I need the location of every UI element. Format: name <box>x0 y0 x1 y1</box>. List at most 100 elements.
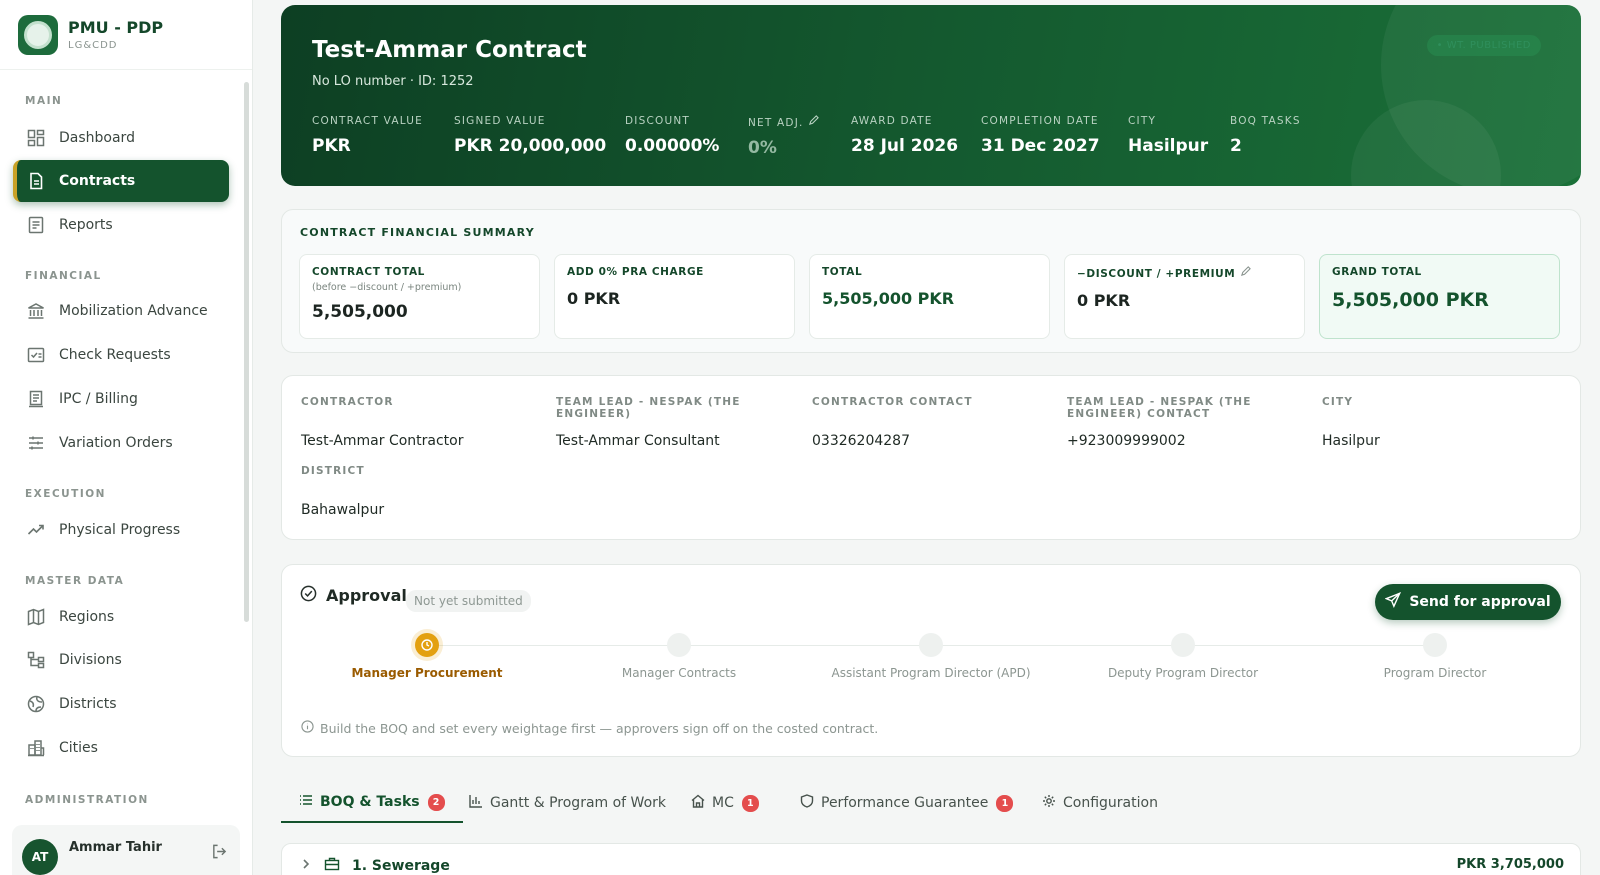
tab-count-badge: 1 <box>741 794 759 812</box>
contract-details: CONTRACTOR Test-Ammar Contractor TEAM LE… <box>281 375 1581 540</box>
sidebar-item-dashboard[interactable]: Dashboard <box>13 117 229 159</box>
boq-group-name: 1. Sewerage <box>300 857 450 875</box>
stat-discount: DISCOUNT 0.00000% <box>625 115 720 156</box>
step-pending-icon <box>1171 633 1195 657</box>
document-icon <box>27 172 45 190</box>
section-execution: EXECUTION <box>25 488 106 500</box>
stat-award-date: AWARD DATE 28 Jul 2026 <box>851 115 959 156</box>
bank-icon <box>27 302 45 320</box>
financial-summary: CONTRACT FINANCIAL SUMMARY CONTRACT TOTA… <box>281 209 1581 353</box>
step-pending-icon <box>1423 633 1447 657</box>
approval-panel: Approval Not yet submitted Send for appr… <box>281 564 1581 757</box>
step-pending-icon <box>919 633 943 657</box>
check-circle-icon <box>300 585 317 606</box>
contract-subtitle: No LO number · ID: 1252 <box>312 74 474 89</box>
sidebar-item-contracts[interactable]: Contracts <box>13 160 229 202</box>
user-name: Ammar Tahir <box>69 839 162 855</box>
step-pending-icon <box>667 633 691 657</box>
chevron-right-icon[interactable] <box>300 858 312 874</box>
package-icon <box>324 857 340 875</box>
section-master-data: MASTER DATA <box>25 575 125 587</box>
district-value: Bahawalpur <box>301 502 385 518</box>
grand-total-box: GRAND TOTAL 5,505,000 PKR <box>1319 254 1560 339</box>
team-lead-value: Test-Ammar Consultant <box>556 433 720 449</box>
sidebar-item-check-requests[interactable]: Check Requests <box>13 334 229 376</box>
contract-title: Test-Ammar Contract <box>312 37 587 63</box>
approval-title: Approval <box>300 585 407 606</box>
sidebar-item-label: IPC / Billing <box>59 391 138 407</box>
section-financial: FINANCIAL <box>25 270 102 282</box>
tab-configuration[interactable]: Configuration <box>1024 783 1176 823</box>
sidebar-item-divisions[interactable]: Divisions <box>13 639 229 681</box>
sidebar-item-label: Variation Orders <box>59 435 173 451</box>
sidebar-item-label: Mobilization Advance <box>59 303 208 319</box>
stat-completion-date: COMPLETION DATE 31 Dec 2027 <box>981 115 1100 156</box>
city-value: Hasilpur <box>1322 433 1380 449</box>
clock-icon <box>415 633 439 657</box>
edit-icon[interactable] <box>1240 266 1251 280</box>
sidebar-item-physical-progress[interactable]: Physical Progress <box>13 509 229 551</box>
tab-gantt[interactable]: Gantt & Program of Work <box>451 783 684 823</box>
report-icon <box>27 216 45 234</box>
sidebar-item-ipc-billing[interactable]: IPC / Billing <box>13 378 229 420</box>
tab-mc[interactable]: MC 1 <box>673 783 777 823</box>
approval-step: Program Director <box>1325 633 1545 680</box>
sidebar-item-districts[interactable]: Districts <box>13 683 229 725</box>
stat-city: CITY Hasilpur <box>1128 115 1209 156</box>
info-icon <box>301 720 314 736</box>
sidebar-item-regions[interactable]: Regions <box>13 596 229 638</box>
list-icon <box>299 793 313 811</box>
sidebar: PMU - PDP LG&CDD MAIN Dashboard Contract… <box>0 0 253 875</box>
boq-group-row[interactable]: 1. Sewerage PKR 3,705,000 <box>281 843 1581 875</box>
logout-icon[interactable] <box>211 843 228 864</box>
sidebar-item-reports[interactable]: Reports <box>13 204 229 246</box>
sidebar-scrollbar[interactable] <box>244 82 249 622</box>
billing-icon <box>27 390 45 408</box>
edit-icon[interactable] <box>808 115 819 129</box>
sidebar-item-variation-orders[interactable]: Variation Orders <box>13 422 229 464</box>
hierarchy-icon <box>27 651 45 669</box>
sidebar-item-label: Contracts <box>59 173 136 189</box>
brand[interactable]: PMU - PDP LG&CDD <box>0 0 252 70</box>
discount-premium-box: −DISCOUNT / +PREMIUM 0 PKR <box>1064 254 1305 339</box>
sidebar-item-cities[interactable]: Cities <box>13 727 229 769</box>
contract-total-box: CONTRACT TOTAL (before −discount / +prem… <box>299 254 540 339</box>
app-logo <box>18 14 58 55</box>
pra-charge-box: ADD 0% PRA CHARGE 0 PKR <box>554 254 795 339</box>
avatar: AT <box>22 839 58 875</box>
contractor-contact-value: 03326204287 <box>812 433 910 449</box>
tab-boq-tasks[interactable]: BOQ & Tasks 2 <box>281 783 463 823</box>
grid-icon <box>27 129 45 147</box>
contractor-contact-label: CONTRACTOR CONTACT <box>812 396 973 408</box>
stat-boq-tasks: BOQ TASKS 2 <box>1230 115 1301 156</box>
approval-step: Deputy Program Director <box>1073 633 1293 680</box>
tab-performance-guarantee[interactable]: Performance Guarantee 1 <box>782 783 1031 823</box>
sliders-icon <box>27 434 45 452</box>
approval-status: Not yet submitted <box>406 590 531 612</box>
sidebar-item-label: Dashboard <box>59 130 135 146</box>
contract-tabs: BOQ & Tasks 2 Gantt & Program of Work MC… <box>281 783 1581 824</box>
send-for-approval-button[interactable]: Send for approval <box>1375 584 1561 620</box>
boq-group-amount: PKR 3,705,000 <box>1456 857 1564 872</box>
tab-count-badge: 1 <box>996 794 1014 812</box>
sidebar-item-mobilization-advance[interactable]: Mobilization Advance <box>13 290 229 332</box>
stat-net-adjustment: NET ADJ. 0% <box>748 115 819 158</box>
financial-summary-title: CONTRACT FINANCIAL SUMMARY <box>300 226 535 239</box>
team-lead-label: TEAM LEAD - NESPAK (THE ENGINEER) <box>556 396 741 420</box>
shield-icon <box>800 794 814 812</box>
section-main: MAIN <box>25 95 63 107</box>
contract-header: Test-Ammar Contract No LO number · ID: 1… <box>281 5 1581 186</box>
approval-step: Manager Procurement <box>317 633 537 680</box>
user-profile[interactable]: AT Ammar Tahir <box>12 825 240 875</box>
sidebar-item-label: Reports <box>59 217 113 233</box>
check-request-icon <box>27 346 45 364</box>
bar-chart-icon <box>469 794 483 812</box>
city-label: CITY <box>1322 396 1354 408</box>
team-lead-contact-value: +923009999002 <box>1067 433 1186 449</box>
sidebar-item-label: Regions <box>59 609 115 625</box>
sidebar-item-label: Cities <box>59 740 98 756</box>
sidebar-item-label: Check Requests <box>59 347 171 363</box>
sidebar-item-label: Districts <box>59 696 117 712</box>
globe-icon <box>27 695 45 713</box>
approval-step: Manager Contracts <box>569 633 789 680</box>
